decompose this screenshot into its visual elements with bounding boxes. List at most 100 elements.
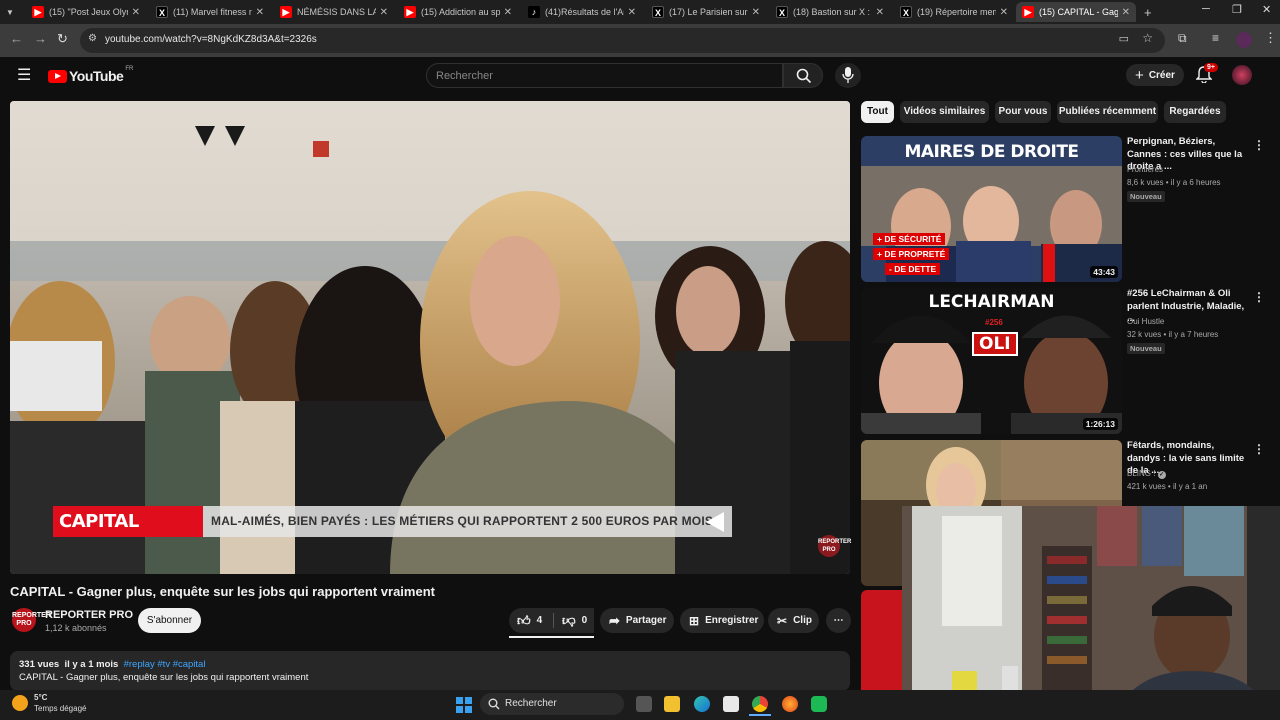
- share-icon: ➦: [609, 612, 620, 628]
- close-icon[interactable]: ✕: [1000, 7, 1008, 18]
- close-icon[interactable]: ✕: [876, 7, 884, 18]
- bookmark-star-icon[interactable]: ☆: [1142, 31, 1153, 45]
- browser-tab-active[interactable]: ▶ (15) CAPITAL - Gagn ✕: [1016, 2, 1136, 22]
- edge-icon[interactable]: [694, 696, 710, 712]
- x-icon: X: [776, 6, 788, 18]
- video-thumbnail[interactable]: LECHAIRMAN #256 OLI 1:26:13: [861, 288, 1122, 434]
- window-close-icon[interactable]: ✕: [1262, 3, 1271, 16]
- sun-icon: [12, 695, 28, 711]
- hashtags[interactable]: #replay #tv #capital: [124, 659, 206, 670]
- chip-similar[interactable]: Vidéos similaires: [900, 101, 989, 123]
- chip-recent[interactable]: Publiées récemment: [1057, 101, 1158, 123]
- channel-watermark[interactable]: REPORTER PRO: [818, 535, 851, 557]
- file-explorer-icon[interactable]: [664, 696, 680, 712]
- duration-badge: 43:43: [1090, 266, 1118, 278]
- create-button[interactable]: + Créer: [1126, 64, 1184, 86]
- video-thumbnail[interactable]: [861, 590, 902, 690]
- browser-toolbar: ← → ↻ ⚙ youtube.com/watch?v=8NgKdKZ8d3A&…: [0, 24, 1280, 57]
- active-app-indicator: [749, 714, 771, 716]
- chip-for-you[interactable]: Pour vous: [995, 101, 1051, 123]
- recommendation-item[interactable]: LECHAIRMAN #256 OLI 1:26:13 #256 LeChair…: [861, 288, 1271, 436]
- lower-third-text: MAL-AIMÉS, BIEN PAYÉS : LES MÉTIERS QUI …: [211, 514, 714, 528]
- cast-icon[interactable]: ▭: [1119, 32, 1129, 45]
- forward-icon[interactable]: →: [34, 31, 47, 46]
- notifications-button[interactable]: 9+: [1195, 63, 1218, 88]
- subscriber-count: 1,12 k abonnés: [45, 623, 107, 633]
- save-button[interactable]: ⊞ Enregistrer: [680, 608, 764, 633]
- browser-tab[interactable]: X (11) Marvel fitness re ✕: [150, 2, 270, 22]
- youtube-icon: ▶: [1022, 6, 1034, 18]
- browser-tab[interactable]: ♪ (41)Résultats de l'Ar ✕: [522, 2, 642, 22]
- search-button[interactable]: [783, 63, 823, 88]
- more-actions-button[interactable]: ⋯: [826, 608, 851, 633]
- clip-button[interactable]: ✂ Clip: [768, 608, 819, 633]
- browser-tab-strip: ▼ ▶(15) "Post Jeux Olymp✕ X(11) Marvel f…: [0, 0, 1280, 24]
- more-options-icon[interactable]: ⋮: [1253, 290, 1265, 304]
- close-icon[interactable]: ✕: [504, 7, 512, 18]
- chrome-icon[interactable]: [752, 696, 768, 712]
- recommendation-item[interactable]: MAIRES DE DROITE + DE SÉCURITÉ + DE PROP…: [861, 136, 1271, 284]
- browser-tab[interactable]: X (19) Répertoire mem ✕: [894, 2, 1014, 22]
- close-icon[interactable]: ✕: [1122, 7, 1130, 18]
- new-tab-button[interactable]: +: [1138, 2, 1156, 22]
- chip-watched[interactable]: Regardées: [1164, 101, 1226, 123]
- browser-tab[interactable]: ▶NÉMÉSIS DANS LA TI✕: [274, 2, 394, 22]
- scissors-icon: ✂: [777, 613, 788, 628]
- close-icon[interactable]: ✕: [256, 7, 264, 18]
- more-options-icon[interactable]: ⋮: [1253, 442, 1265, 456]
- more-options-icon[interactable]: ⋮: [1253, 138, 1265, 152]
- plus-icon: +: [1135, 66, 1144, 84]
- youtube-icon: ▶: [32, 6, 44, 18]
- close-icon[interactable]: ✕: [752, 7, 760, 18]
- channel-name[interactable]: REPORTER PRO: [45, 609, 133, 621]
- app-icon[interactable]: [811, 696, 827, 712]
- youtube-logo[interactable]: YouTube FR: [48, 66, 133, 84]
- address-bar[interactable]: ⚙ youtube.com/watch?v=8NgKdKZ8d3A&t=2326…: [80, 28, 1165, 53]
- chip-all[interactable]: Tout: [861, 101, 894, 123]
- close-icon[interactable]: ✕: [132, 7, 140, 18]
- hamburger-menu-icon[interactable]: ☰: [17, 65, 31, 85]
- subscribe-button[interactable]: S'abonner: [138, 608, 201, 633]
- browser-tab[interactable]: X (18) Bastion sur X : " ✕: [770, 2, 890, 22]
- browser-tab[interactable]: X (17) Le Parisien sur X ✕: [646, 2, 766, 22]
- channel-avatar[interactable]: REPORTER PRO: [12, 608, 51, 632]
- site-info-icon[interactable]: ⚙: [88, 33, 97, 44]
- thumbnail-subtitle: OLI: [972, 332, 1018, 356]
- reload-icon[interactable]: ↻: [57, 31, 68, 47]
- minimize-icon[interactable]: ─: [1202, 3, 1210, 15]
- extensions-icon[interactable]: ⧉: [1178, 31, 1187, 46]
- search-input[interactable]: Rechercher: [426, 63, 783, 88]
- thumbs-down-icon: 👍︎: [562, 613, 576, 629]
- share-button[interactable]: ➦ Partager: [600, 608, 674, 633]
- reading-list-icon[interactable]: ≡: [1212, 31, 1219, 45]
- voice-search-button[interactable]: [835, 63, 861, 88]
- recommendation-channel[interactable]: Oui Hustle: [1127, 317, 1164, 326]
- webcam-overlay: [902, 506, 1280, 720]
- tab-list-button[interactable]: ▼: [0, 2, 16, 22]
- task-view-icon[interactable]: [636, 696, 652, 712]
- browser-menu-icon[interactable]: ⋮: [1264, 30, 1277, 46]
- close-icon[interactable]: ✕: [380, 7, 388, 18]
- windows-start-icon[interactable]: [456, 697, 472, 713]
- thumbnail-tag: + DE SÉCURITÉ: [873, 233, 946, 245]
- thumbs-up-icon: 👍︎: [517, 612, 531, 628]
- profile-avatar[interactable]: [1236, 32, 1252, 48]
- taskbar-search[interactable]: Rechercher: [480, 693, 624, 715]
- maximize-icon[interactable]: ❐: [1232, 3, 1242, 16]
- close-icon[interactable]: ✕: [628, 7, 636, 18]
- x-icon: X: [652, 6, 664, 18]
- video-player[interactable]: [10, 101, 850, 574]
- recommendation-channel[interactable]: Frontières: [1127, 165, 1163, 174]
- back-icon[interactable]: ←: [10, 31, 23, 46]
- video-thumbnail[interactable]: MAIRES DE DROITE + DE SÉCURITÉ + DE PROP…: [861, 136, 1122, 282]
- account-avatar[interactable]: [1232, 65, 1252, 85]
- dislike-button[interactable]: 👍︎ 0: [553, 608, 594, 633]
- browser-tab[interactable]: ▶(15) "Post Jeux Olymp✕: [26, 2, 146, 22]
- thumbnail-number: #256: [985, 318, 1003, 327]
- store-icon[interactable]: [723, 696, 739, 712]
- duration-badge: 1:26:13: [1082, 418, 1118, 430]
- firefox-icon[interactable]: [782, 696, 798, 712]
- recommendation-channel[interactable]: BLING ! ✓: [1127, 469, 1166, 479]
- description-box[interactable]: 331 vues il y a 1 mois #replay #tv #capi…: [10, 651, 850, 691]
- browser-tab[interactable]: ▶ (15) Addiction au spo ✕: [398, 2, 518, 22]
